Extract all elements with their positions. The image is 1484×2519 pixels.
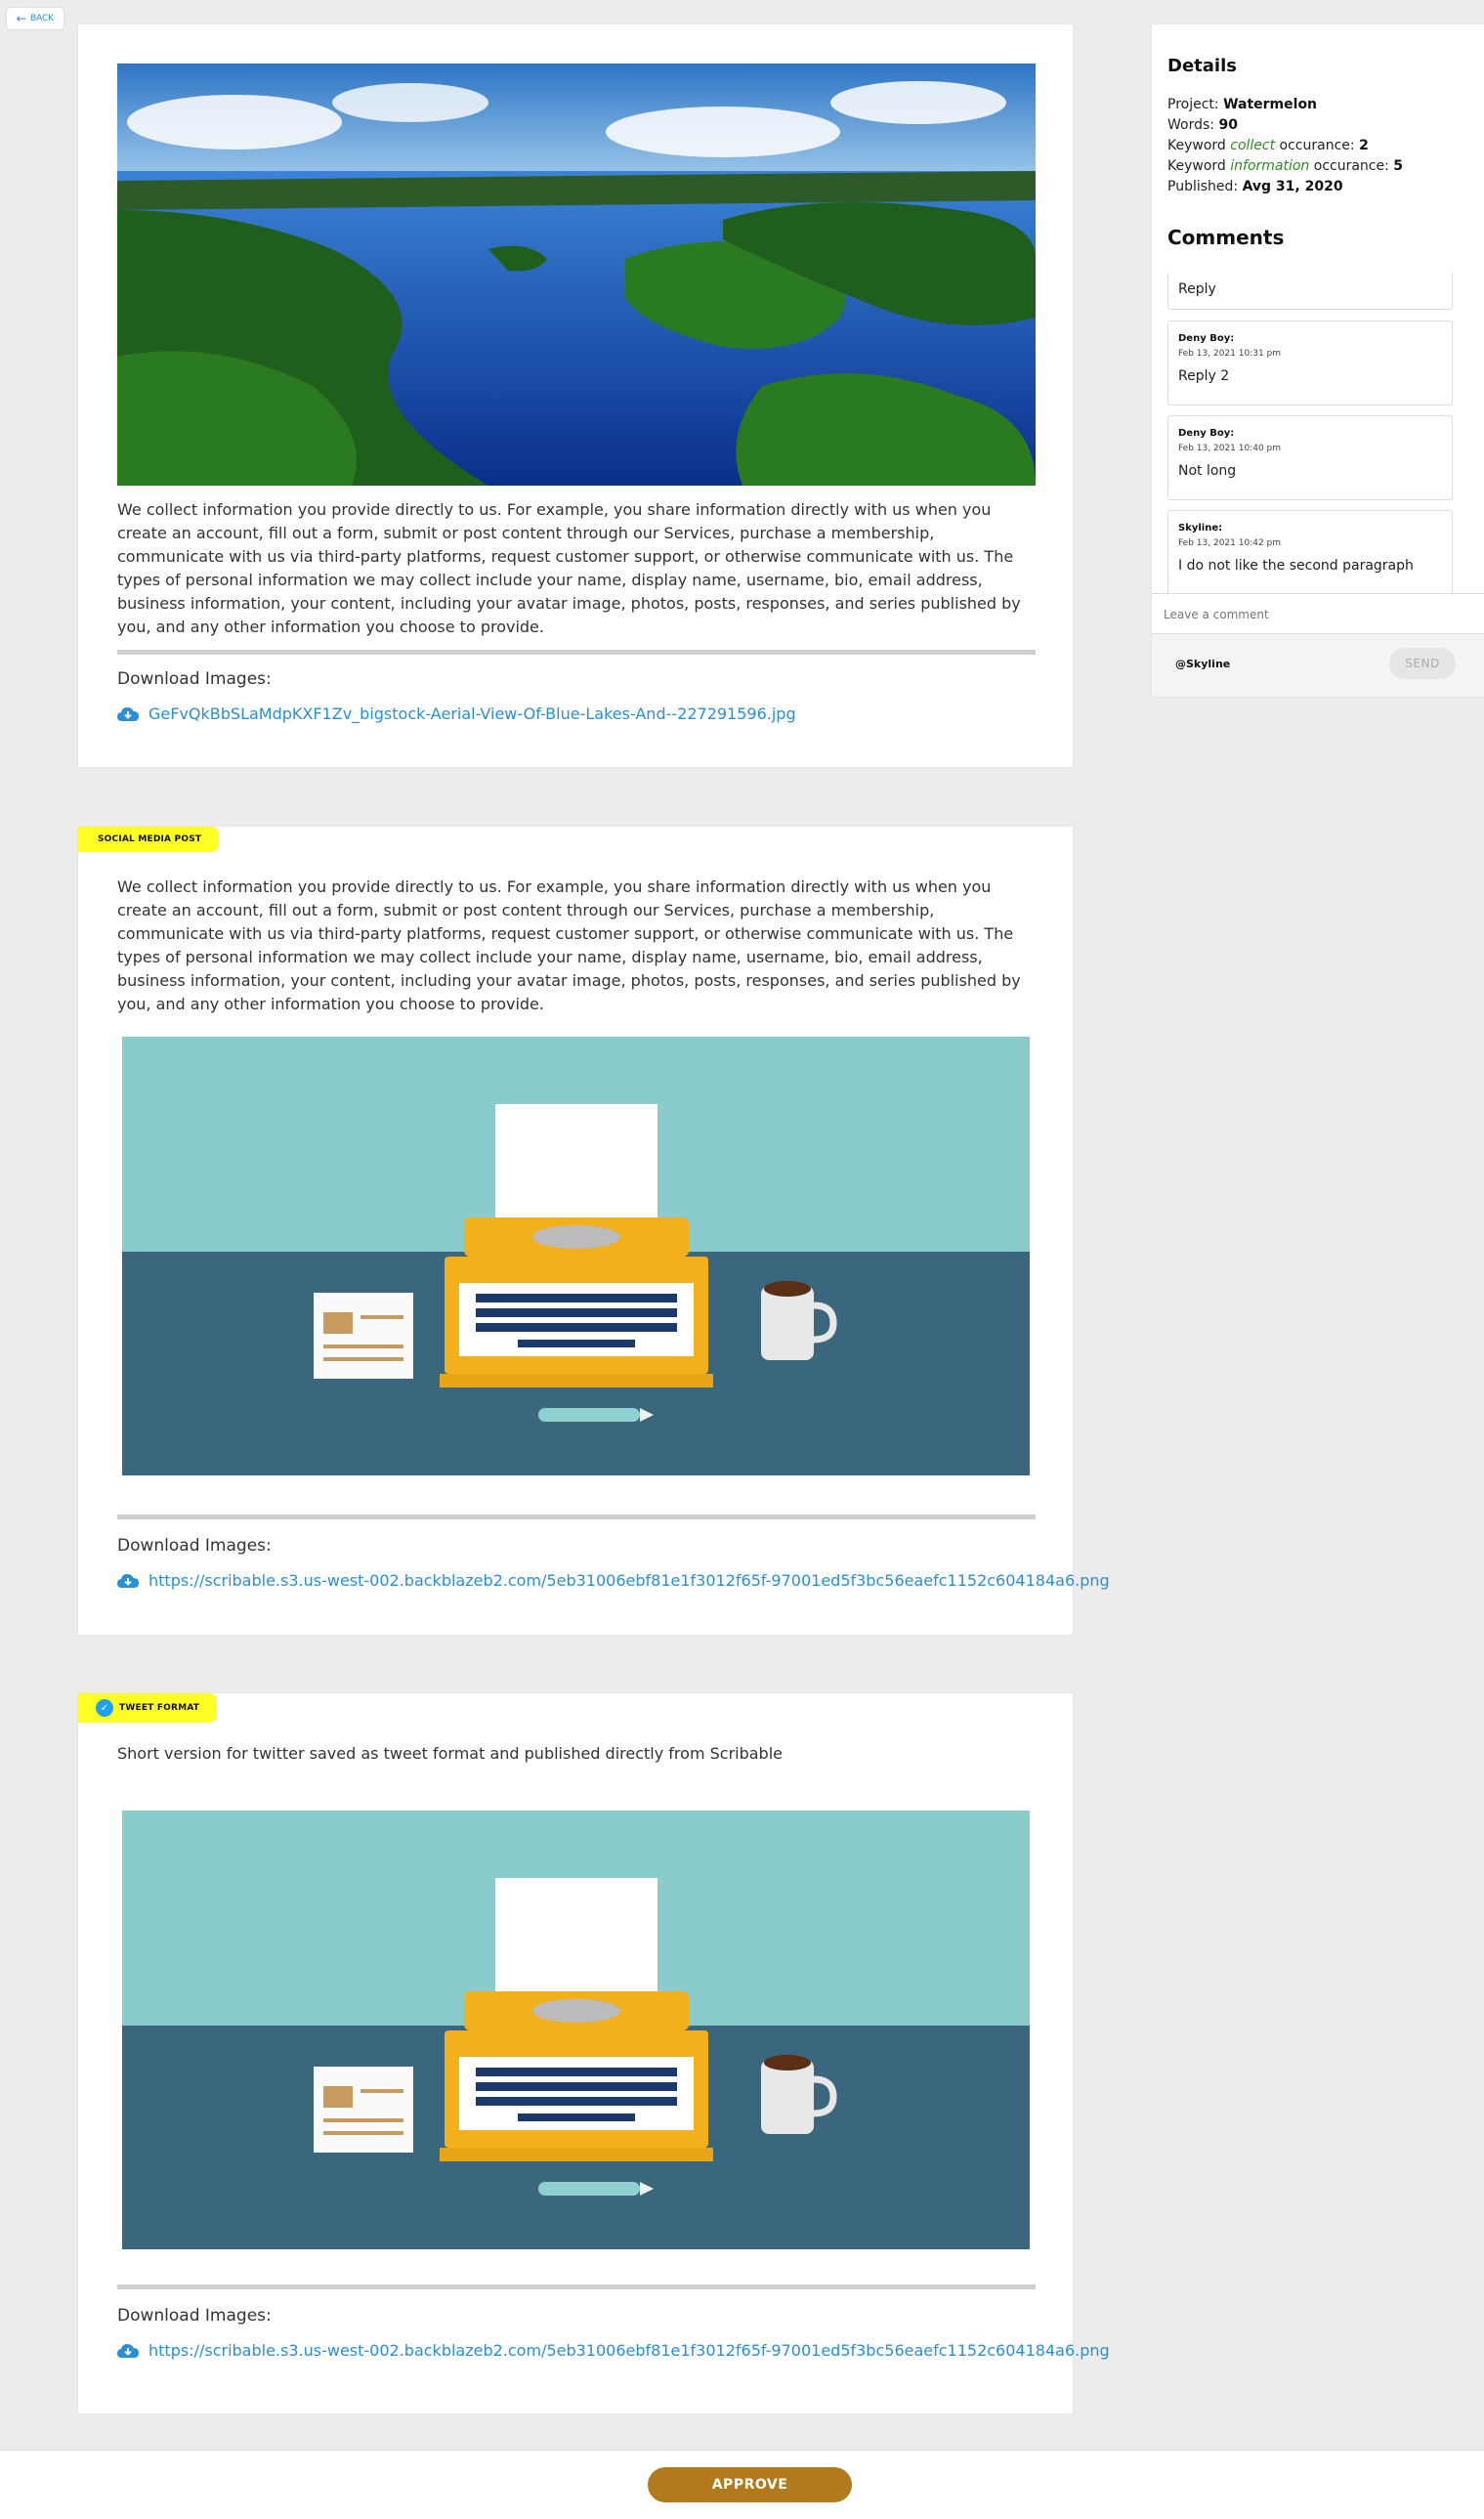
keyword-information-detail: Keyword information occurance: 5: [1167, 158, 1404, 174]
post-body-text: Short version for twitter saved as tweet…: [117, 1744, 783, 1763]
cloud-download-icon: [117, 706, 139, 721]
download-images-label: Download Images:: [117, 669, 272, 689]
details-title: Details: [1167, 56, 1237, 76]
comments-list[interactable]: Reply Deny Boy: Feb 13, 2021 10:31 pm Re…: [1167, 273, 1453, 603]
approve-button[interactable]: APPROVE: [648, 2467, 852, 2502]
post-card-tweet: ✓ TWEET FORMAT Short version for twitter…: [78, 1693, 1110, 2413]
lake-landscape-image: [117, 64, 1036, 486]
comment-item: Reply: [1167, 273, 1453, 310]
download-link-text: https://scribable.s3.us-west-002.backbla…: [148, 1571, 1110, 1590]
download-link-text: https://scribable.s3.us-west-002.backbla…: [148, 2341, 1110, 2360]
divider: [117, 1515, 1036, 1519]
divider: [117, 650, 1036, 655]
download-link-text: GeFvQkBbSLaMdpKXF1Zv_bigstock-Aerial-Vie…: [148, 704, 796, 723]
download-link[interactable]: GeFvQkBbSLaMdpKXF1Zv_bigstock-Aerial-Vie…: [117, 704, 796, 723]
mention-tag[interactable]: @Skyline: [1175, 658, 1230, 670]
keyword-collect-detail: Keyword collect occurance: 2: [1167, 138, 1369, 153]
details-sidebar: Details Project: Watermelon Words: 90 Ke…: [1152, 24, 1484, 697]
badge-label: TWEET FORMAT: [119, 1703, 200, 1713]
badge-label: SOCIAL MEDIA POST: [98, 834, 202, 844]
post-card-article: We collect information you provide direc…: [78, 24, 1073, 767]
cloud-download-icon: [117, 1573, 139, 1588]
twitter-bird-icon: ✓: [96, 1699, 113, 1717]
published-detail: Published: Avg 31, 2020: [1167, 179, 1343, 194]
social-media-post-badge: SOCIAL MEDIA POST: [78, 827, 220, 852]
post-body-text: We collect information you provide direc…: [117, 500, 1021, 636]
cloud-download-icon: [117, 2343, 139, 2358]
download-images-label: Download Images:: [117, 1536, 272, 1556]
typewriter-illustration: [122, 1037, 1030, 1475]
arrow-left-icon: ←: [16, 12, 26, 25]
words-detail: Words: 90: [1167, 117, 1238, 133]
comment-item: Deny Boy: Feb 13, 2021 10:31 pm Reply 2: [1167, 320, 1453, 406]
back-button[interactable]: ← BACK: [7, 8, 64, 29]
download-link[interactable]: https://scribable.s3.us-west-002.backbla…: [117, 1571, 1110, 1590]
divider: [117, 2284, 1036, 2289]
typewriter-illustration: [122, 1811, 1030, 2249]
send-button[interactable]: SEND: [1389, 648, 1456, 679]
comment-item: Skyline: Feb 13, 2021 10:42 pm I do not …: [1167, 510, 1453, 595]
post-card-social: SOCIAL MEDIA POST We collect information…: [78, 827, 1110, 1635]
comments-title: Comments: [1167, 226, 1285, 249]
approve-bar: APPROVE: [0, 2450, 1484, 2519]
comment-input-row: [1152, 593, 1484, 635]
comment-item: Deny Boy: Feb 13, 2021 10:40 pm Not long: [1167, 415, 1453, 500]
project-detail: Project: Watermelon: [1167, 97, 1318, 112]
download-images-label: Download Images:: [117, 2306, 272, 2326]
post-body-text: We collect information you provide direc…: [117, 877, 1021, 1013]
comment-input[interactable]: [1152, 594, 1459, 635]
comment-footer: @Skyline SEND: [1152, 634, 1484, 697]
download-link[interactable]: https://scribable.s3.us-west-002.backbla…: [117, 2341, 1110, 2360]
tweet-format-badge: ✓ TWEET FORMAT: [78, 1693, 218, 1723]
back-label: BACK: [29, 14, 55, 23]
